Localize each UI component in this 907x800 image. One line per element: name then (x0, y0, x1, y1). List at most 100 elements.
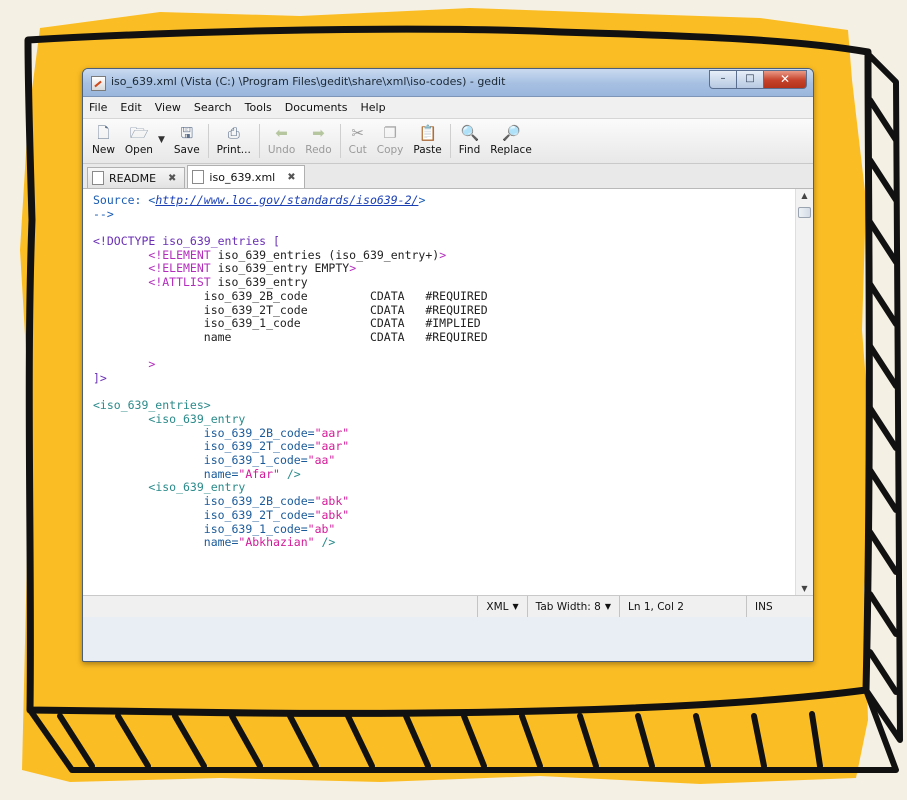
code-token: > (349, 261, 357, 276)
tab-label: iso_639.xml (209, 170, 276, 184)
gedit-app-icon (91, 76, 106, 91)
code-line[interactable]: iso_639_2T_code CDATA #REQUIRED (93, 303, 789, 318)
close-button[interactable]: ✕ (763, 70, 807, 89)
code-line[interactable]: iso_639_2B_code CDATA #REQUIRED (93, 288, 789, 304)
scrollbar-thumb[interactable] (798, 207, 811, 218)
scroll-down-icon[interactable]: ▼ (796, 584, 813, 593)
scissors-icon: ✂ (351, 124, 364, 142)
copy-button[interactable]: ❐ Copy (377, 119, 404, 156)
tab-width-selector[interactable]: Tab Width: 8 ▼ (528, 596, 620, 617)
code-line[interactable]: <!ATTLIST iso_639_entry (93, 275, 789, 290)
open-button[interactable]: 🗁 Open (125, 119, 153, 156)
print-label: Print... (216, 144, 251, 156)
hatch-right (867, 97, 899, 695)
redo-arrow-icon: ➡ (312, 124, 325, 142)
code-line[interactable]: --> (93, 206, 789, 222)
toolbar-separator (339, 124, 341, 158)
find-button[interactable]: 🔍 Find (459, 119, 481, 156)
code-line[interactable]: iso_639_2B_code="abk" (93, 494, 789, 509)
title-bar[interactable]: iso_639.xml (Vista (C:) \Program Files\g… (83, 69, 813, 97)
tab-readme[interactable]: README ✖ (87, 167, 186, 188)
code-line[interactable]: iso_639_1_code="aa" (93, 453, 789, 468)
window-title: iso_639.xml (Vista (C:) \Program Files\g… (111, 75, 506, 88)
scroll-up-icon[interactable]: ▲ (796, 191, 813, 200)
open-label: Open (124, 144, 153, 156)
language-selector[interactable]: XML ▼ (478, 596, 528, 617)
code-token: iso_639_2B_code CDATA #REQUIRED (93, 288, 488, 303)
code-token: iso_639_2T_code= (203, 507, 315, 522)
code-line[interactable]: iso_639_2B_code="aar" (93, 426, 789, 441)
code-token: iso_639_2T_code= (203, 439, 315, 454)
code-token: > (439, 247, 447, 262)
code-link[interactable]: http://www.loc.gov/standards/iso639-2/ (155, 193, 418, 207)
code-line[interactable]: Source: <http://www.loc.gov/standards/is… (93, 193, 789, 208)
code-token: <!ATTLIST (148, 275, 211, 290)
floppy-icon: 🖫 (180, 124, 194, 142)
menu-bar: File Edit View Search Tools Documents He… (83, 97, 813, 119)
code-line[interactable]: iso_639_1_code CDATA #IMPLIED (93, 316, 789, 331)
code-token: <!ELEMENT (148, 247, 211, 262)
tab-iso-639-xml[interactable]: iso_639.xml ✖ (187, 165, 305, 188)
code-line[interactable]: <iso_639_entries> (93, 398, 789, 413)
maximize-icon: □ (745, 73, 755, 84)
tab-close-icon[interactable]: ✖ (168, 173, 176, 184)
replace-button[interactable]: 🔎 Replace (490, 119, 532, 156)
code-line[interactable]: name CDATA #REQUIRED (93, 329, 789, 345)
cut-button[interactable]: ✂ Cut (349, 119, 367, 156)
close-icon: ✕ (779, 72, 791, 86)
copy-label: Copy (376, 144, 404, 156)
language-label: XML (486, 600, 509, 613)
minimize-button[interactable]: – (709, 70, 737, 89)
toolbar-separator (258, 124, 260, 158)
code-token: name= (203, 466, 239, 481)
print-button[interactable]: ⎙ Print... (217, 119, 251, 156)
maximize-button[interactable]: □ (736, 70, 764, 89)
menu-search[interactable]: Search (194, 101, 232, 114)
redo-label: Redo (305, 144, 332, 156)
menu-help[interactable]: Help (360, 101, 385, 114)
vertical-scrollbar[interactable]: ▲ ▼ (795, 189, 813, 595)
code-line[interactable] (93, 221, 789, 235)
menu-documents[interactable]: Documents (285, 101, 348, 114)
code-line[interactable]: ]> (93, 371, 789, 386)
code-line[interactable]: <!ELEMENT iso_639_entries (iso_639_entry… (93, 247, 789, 263)
code-line[interactable]: name="Afar" /> (93, 466, 789, 482)
code-view[interactable]: Source: <http://www.loc.gov/standards/is… (93, 193, 789, 550)
code-line[interactable]: iso_639_2T_code="abk" (93, 507, 789, 523)
minimize-icon: – (720, 73, 726, 84)
code-token: <iso_639_entry (148, 412, 246, 426)
menu-tools[interactable]: Tools (245, 101, 272, 114)
code-line[interactable] (93, 386, 789, 400)
code-line[interactable]: <iso_639_entry (93, 412, 789, 427)
new-button[interactable]: 🗋 New (92, 119, 115, 156)
code-line[interactable]: > (93, 357, 789, 372)
code-token: name CDATA #REQUIRED (93, 329, 488, 344)
code-line[interactable]: <!DOCTYPE iso_639_entries [ (93, 234, 789, 249)
code-line[interactable]: name="Abkhazian" /> (93, 535, 789, 550)
code-token: --> (93, 206, 114, 221)
open-recent-dropdown-icon[interactable]: ▼ (158, 119, 165, 145)
code-line[interactable]: iso_639_1_code="ab" (93, 522, 789, 537)
paste-button[interactable]: 📋 Paste (413, 119, 441, 156)
menu-edit[interactable]: Edit (120, 101, 141, 114)
code-line[interactable]: iso_639_2T_code="aar" (93, 440, 789, 454)
tab-close-icon[interactable]: ✖ (287, 172, 295, 183)
code-line[interactable]: <!ELEMENT iso_639_entry EMPTY> (93, 262, 789, 276)
code-line[interactable] (93, 345, 789, 359)
code-line[interactable]: <iso_639_entry (93, 481, 789, 495)
code-token: iso_639_2B_code= (203, 494, 315, 509)
code-token: > (418, 193, 426, 207)
menu-view[interactable]: View (155, 101, 181, 114)
document-icon (92, 171, 104, 185)
menu-file[interactable]: File (89, 101, 107, 114)
undo-button[interactable]: ⬅ Undo (268, 119, 295, 156)
text-editor[interactable]: Source: <http://www.loc.gov/standards/is… (83, 189, 813, 596)
save-button[interactable]: 🖫 Save (174, 119, 200, 156)
redo-button[interactable]: ➡ Redo (305, 119, 331, 156)
